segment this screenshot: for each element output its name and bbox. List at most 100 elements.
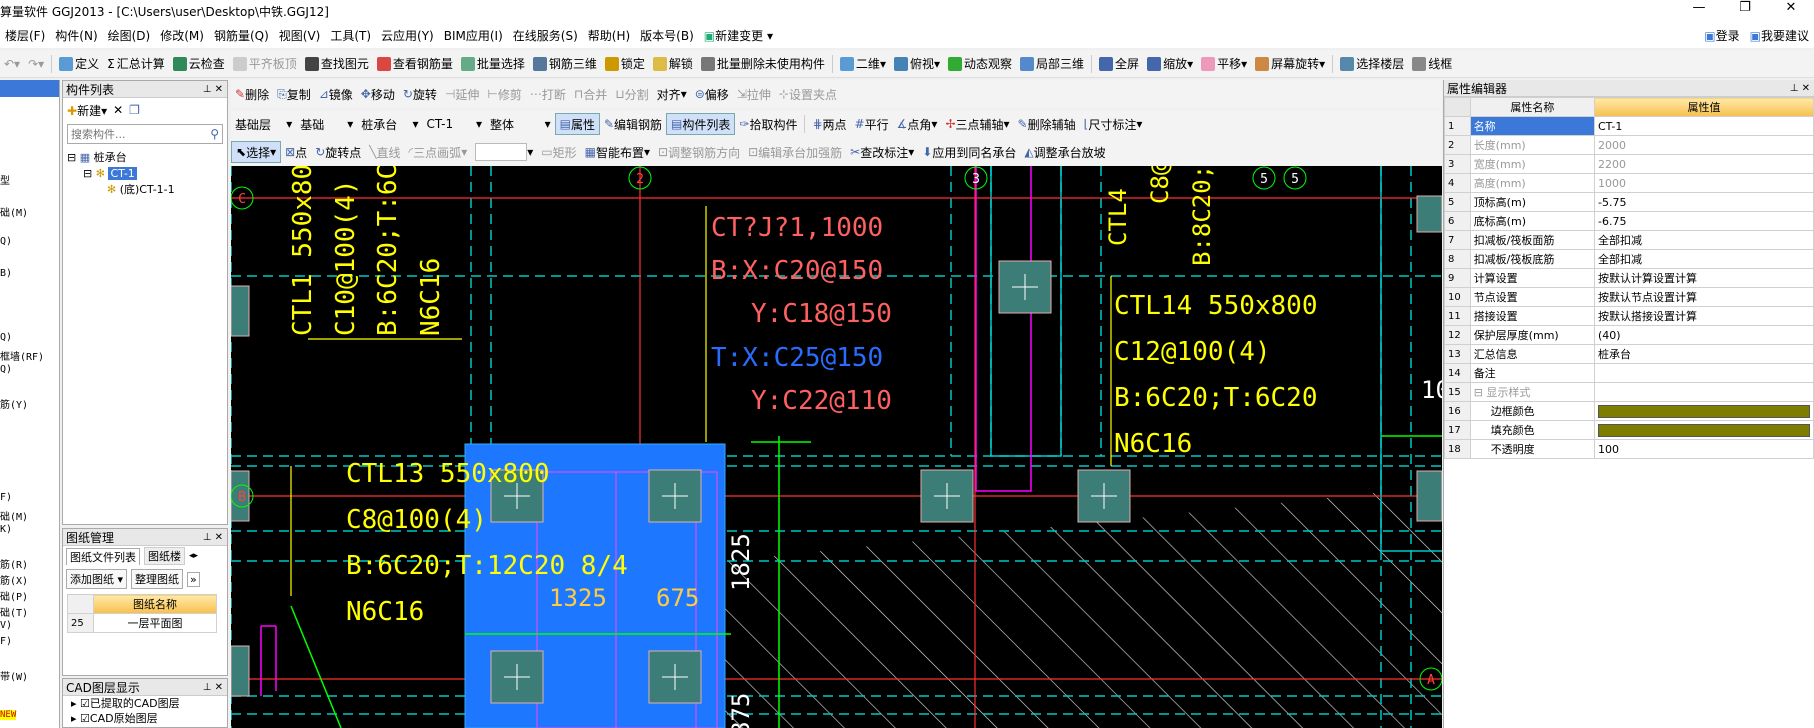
organize-drawing-button[interactable]: 整理图纸 [131, 569, 184, 589]
prop-value[interactable]: 100 [1594, 439, 1814, 459]
split-button[interactable]: ⊔ 分割 [611, 83, 652, 105]
prop-value[interactable]: (40) [1594, 325, 1814, 345]
prop-value[interactable]: 按默认搭接设置计算 [1594, 306, 1814, 326]
rotate-button[interactable]: ↻ 旋转 [399, 83, 441, 105]
batch-delete-button[interactable]: 批量删除未使用构件 [697, 53, 829, 75]
prop-value[interactable] [1594, 420, 1814, 440]
line-button[interactable]: ╲ 直线 [365, 141, 404, 163]
pin-close-icon[interactable]: ⊥ ✕ [203, 532, 227, 543]
component-search-input[interactable] [68, 127, 211, 141]
module-item[interactable]: Q) [0, 332, 12, 343]
menu-bim[interactable]: BIM应用(I) [439, 27, 508, 44]
prop-value[interactable]: 2000 [1594, 135, 1814, 155]
module-item[interactable]: 带(W) [0, 668, 28, 683]
two-point-button[interactable]: ⋕ 两点 [808, 113, 850, 135]
cad-layer-original[interactable]: ▸ ☑CAD原始图层 [71, 711, 227, 726]
menu-tools[interactable]: 工具(T) [325, 27, 376, 44]
table-row[interactable]: 5 顶标高(m) -5.75 [1444, 192, 1814, 212]
login-button[interactable]: ▣登录 [1699, 27, 1744, 44]
flush-slab-button[interactable]: 平齐板顶 [229, 53, 301, 75]
select-button[interactable]: ⬉ 选择 ▾ [231, 141, 282, 163]
delete-button[interactable]: ✎ 删除 [231, 83, 273, 105]
module-item[interactable]: B) [0, 268, 12, 279]
parallel-button[interactable]: # 平行 [851, 113, 893, 135]
copy-button[interactable]: ⎘ 复制 [273, 83, 315, 105]
rebar-3d-button[interactable]: 钢筋三维 [529, 53, 601, 75]
menu-cloud[interactable]: 云应用(Y) [376, 27, 439, 44]
delete-axis-button[interactable]: ✎ 删除辅轴 [1014, 113, 1080, 135]
suggest-button[interactable]: ▣我要建议 [1745, 27, 1814, 44]
module-item[interactable]: 框墙(RF) [0, 348, 44, 363]
top-view-button[interactable]: 俯视 ▾ [890, 53, 944, 75]
prop-value[interactable]: 1000 [1594, 173, 1814, 193]
minimize-button[interactable]: — [1676, 0, 1722, 15]
module-item[interactable]: V) [0, 620, 12, 631]
table-row[interactable]: 16 边框颜色 [1444, 401, 1814, 421]
table-row[interactable]: 6 底标高(m) -6.75 [1444, 211, 1814, 231]
table-row[interactable]: 13 汇总信息 桩承台 [1444, 344, 1814, 364]
drawing-canvas[interactable]: 2 3 5 5 C B A CTL1 550x80 C10@100(4) B:6… [231, 166, 1442, 728]
orbit-button[interactable]: 动态观察 [944, 53, 1016, 75]
zoom-button[interactable]: 缩放 ▾ [1143, 53, 1197, 75]
smart-place-button[interactable]: ▦ 智能布置 ▾ [581, 141, 654, 163]
fullscreen-button[interactable]: 全屏 [1095, 53, 1143, 75]
module-item[interactable]: 础(M) [0, 508, 28, 523]
table-row[interactable]: 9 计算设置 按默认计算设置计算 [1444, 268, 1814, 288]
edit-rebar-button[interactable]: ✎ 编辑钢筋 [600, 113, 666, 135]
menu-view[interactable]: 视图(V) [274, 27, 326, 44]
component-list-button[interactable]: ▤ 构件列表 [666, 113, 736, 135]
delete-icon[interactable]: ✕ [113, 103, 123, 117]
add-drawing-button[interactable]: 添加图纸 ▾ [66, 569, 128, 589]
module-item[interactable]: 础(P) [0, 588, 28, 603]
table-row[interactable]: 18 不透明度 100 [1444, 439, 1814, 459]
new-component-button[interactable]: ✚新建▾ [67, 102, 107, 119]
prop-value[interactable]: 2200 [1594, 154, 1814, 174]
collapse-icon[interactable]: ⊟ [1474, 386, 1487, 399]
prop-value[interactable]: 按默认节点设置计算 [1594, 287, 1814, 307]
merge-button[interactable]: ⊓ 合并 [570, 83, 611, 105]
adjust-slope-button[interactable]: ◭ 调整承台放坡 [1020, 141, 1109, 163]
floor-select[interactable]: 基础层 ▾ [231, 113, 296, 135]
module-item[interactable]: 型 [0, 172, 10, 187]
scope-select[interactable]: 整体 ▾ [486, 113, 555, 135]
more-icon[interactable]: » [187, 571, 200, 587]
apply-same-cap-button[interactable]: ⬇ 应用到同名承台 [918, 141, 1020, 163]
table-row[interactable]: 2 长度(mm) 2000 [1444, 135, 1814, 155]
properties-button[interactable]: ▤ 属性 [554, 113, 600, 135]
rotate-point-button[interactable]: ↻ 旋转点 [311, 141, 365, 163]
module-item[interactable]: 筋(R) [0, 556, 28, 571]
table-row[interactable]: 14 备注 [1444, 363, 1814, 383]
prop-value[interactable]: 全部扣减 [1594, 249, 1814, 269]
module-item[interactable]: Q) [0, 236, 12, 247]
prop-value[interactable] [1594, 363, 1814, 383]
select-floor-button[interactable]: 选择楼层 [1336, 53, 1408, 75]
break-button[interactable]: ⋯ 打断 [526, 83, 570, 105]
type-select[interactable]: 基础 ▾ [296, 113, 357, 135]
category-select[interactable]: 桩承台 ▾ [357, 113, 422, 135]
wireframe-button[interactable]: 线框 [1408, 53, 1456, 75]
calc-button[interactable]: Σ 汇总计算 [103, 53, 169, 75]
rectangle-button[interactable]: ▭ 矩形 [537, 141, 580, 163]
table-row[interactable]: 1 名称 CT-1 [1444, 116, 1814, 136]
pan-button[interactable]: 平移 ▾ [1197, 53, 1251, 75]
cad-layer-extracted[interactable]: ▸ ☑已提取的CAD图层 [71, 696, 227, 711]
point-angle-button[interactable]: ∡ 点角 ▾ [893, 113, 942, 135]
module-item[interactable]: 础(M) [0, 204, 28, 219]
menu-modify[interactable]: 修改(M) [155, 27, 209, 44]
tab-scroll-arrows[interactable]: ◂▸ [189, 551, 198, 561]
tab-drawing-floor[interactable]: 图纸楼 [144, 547, 185, 565]
undo-button[interactable]: ↶▾ [0, 53, 24, 75]
prop-value[interactable]: 桩承台 [1594, 344, 1814, 364]
lock-button[interactable]: 锁定 [601, 53, 649, 75]
module-item[interactable]: 筋(Y) [0, 396, 28, 411]
table-row[interactable]: 8 扣减板/筏板底筋 全部扣减 [1444, 249, 1814, 269]
border-color-swatch[interactable] [1598, 404, 1810, 418]
mirror-button[interactable]: ⊿ 镜像 [315, 83, 357, 105]
table-row[interactable]: 3 宽度(mm) 2200 [1444, 154, 1814, 174]
item-select[interactable]: CT-1 ▾ [423, 113, 487, 135]
fill-color-swatch[interactable] [1598, 423, 1810, 437]
table-row[interactable]: 12 保护层厚度(mm) (40) [1444, 325, 1814, 345]
prop-value[interactable]: CT-1 [1594, 116, 1814, 136]
table-row[interactable]: 10 节点设置 按默认节点设置计算 [1444, 287, 1814, 307]
pin-close-icon[interactable]: ⊥ ✕ [203, 682, 227, 693]
